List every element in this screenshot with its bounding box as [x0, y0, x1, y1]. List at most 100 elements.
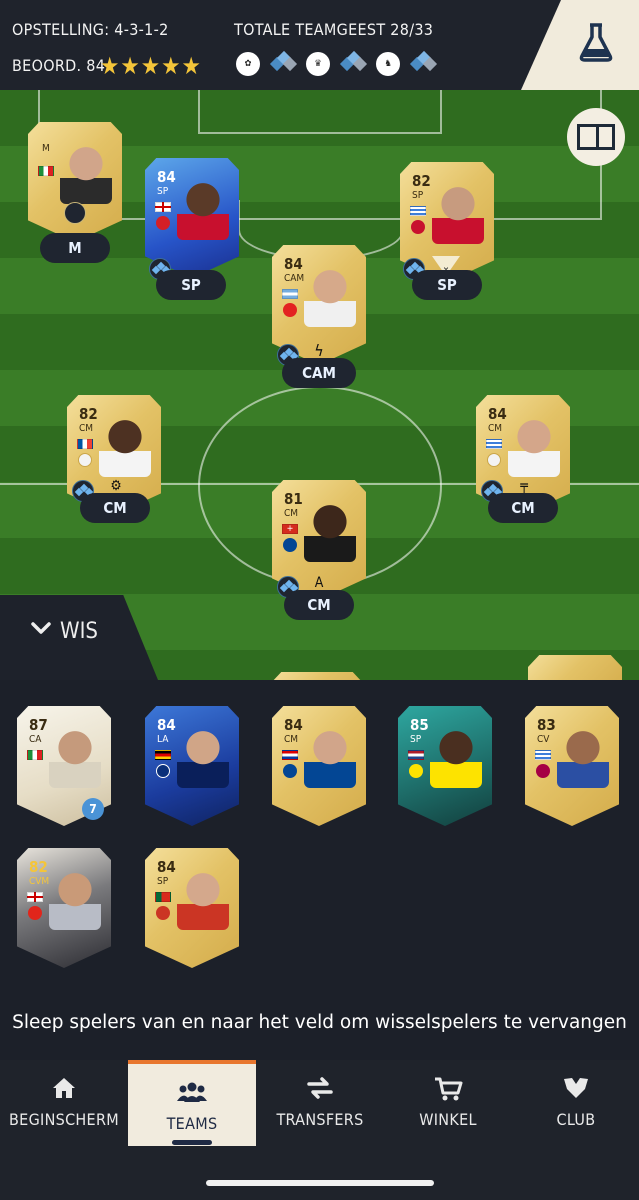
player-photo: [304, 726, 356, 788]
formation-view-button[interactable]: [567, 108, 625, 166]
chem-diamonds-icon: [409, 50, 438, 75]
flask-icon: [579, 23, 613, 62]
sunderland-badge-icon: [28, 906, 42, 920]
player-photo: [49, 868, 101, 930]
england-flag-icon: [155, 202, 171, 212]
card-position: CM: [284, 734, 299, 745]
card-rating: 84: [157, 858, 176, 876]
card-position: SP: [410, 734, 422, 745]
croatia-flag-icon: [282, 750, 298, 760]
bench-card[interactable]: 83 CV: [525, 706, 619, 826]
active-tab-indicator: [172, 1140, 212, 1145]
nav-club[interactable]: CLUB: [512, 1060, 639, 1146]
switzerland-flag-icon: +: [282, 524, 298, 534]
bench-card[interactable]: 84 LA: [145, 706, 239, 826]
player-photo: [304, 265, 356, 327]
germany-flag-icon: [155, 750, 171, 760]
chem-diamonds-icon: [269, 50, 298, 75]
premier-league-logo-icon: ♞: [376, 52, 400, 76]
bench-card[interactable]: 84 CM: [272, 706, 366, 826]
chelsea-badge-icon: [283, 764, 297, 778]
card-rating: 84: [284, 716, 303, 734]
player-photo: [304, 500, 356, 562]
player-photo: [60, 142, 112, 204]
portugal-flag-icon: [155, 892, 171, 902]
nav-label: CLUB: [556, 1110, 596, 1129]
clover-icon: [64, 202, 86, 224]
card-position: LA: [157, 734, 169, 745]
pitch-icon: [577, 124, 615, 150]
bench-card[interactable]: 84 SP: [145, 848, 239, 968]
position-pill[interactable]: CM: [488, 493, 558, 523]
pitch: M M 84 SP SP 82 SP ⌄ SP 84 CAM ϟ CAM 82 …: [0, 90, 639, 680]
card-rating: 82: [29, 858, 48, 876]
manager-card[interactable]: M: [28, 122, 122, 242]
people-icon: [177, 1082, 207, 1102]
netherlands-flag-icon: [408, 750, 424, 760]
nav-teams[interactable]: TEAMS: [128, 1060, 256, 1146]
card-rating: 87: [29, 716, 48, 734]
player-photo: [49, 726, 101, 788]
lab-button[interactable]: [521, 0, 639, 90]
duplicate-count-badge: 7: [82, 798, 104, 820]
card-rating: 84: [157, 716, 176, 734]
bench-card[interactable]: 85 SP: [398, 706, 492, 826]
man-united-badge-icon: [156, 216, 170, 230]
inter-badge-icon: [156, 764, 170, 778]
nav-transfers[interactable]: TRANSFERS: [256, 1060, 384, 1146]
real-madrid-logo-icon: ♛: [306, 52, 330, 76]
card-rating: 82: [79, 405, 98, 423]
sevilla-badge-icon: [283, 303, 297, 317]
card-rating: 84: [284, 255, 303, 273]
card-rating: 85: [410, 716, 429, 734]
card-position: CM: [79, 423, 94, 434]
card-rating: 81: [284, 490, 303, 508]
laliga-logo-icon: ✿: [236, 52, 260, 76]
cart-icon: [435, 1077, 463, 1101]
nav-label: TRANSFERS: [276, 1110, 364, 1129]
bench-card[interactable]: 82 CVM: [17, 848, 111, 968]
card-rating: 82: [412, 172, 431, 190]
position-pill[interactable]: SP: [156, 270, 226, 300]
chemistry-sources: ✿ ♛ ♞: [236, 50, 438, 76]
card-position: M: [42, 143, 50, 154]
card-position: CM: [284, 508, 299, 519]
nav-home[interactable]: BEGINSCHERM: [0, 1060, 128, 1146]
card-position: SP: [157, 876, 169, 887]
home-icon: [53, 1078, 75, 1098]
card-rating: 83: [537, 716, 556, 734]
position-pill[interactable]: CAM: [282, 358, 356, 388]
chelsea-badge-icon: [283, 538, 297, 552]
card-position: CVM: [29, 876, 50, 887]
position-pill[interactable]: CM: [80, 493, 150, 523]
nav-label: BEGINSCHERM: [9, 1110, 119, 1129]
player-photo: [432, 182, 484, 244]
card-position: SP: [157, 186, 169, 197]
player-photo: [99, 415, 151, 477]
liverpool-badge-icon: [411, 220, 425, 234]
real-madrid-badge-icon: [78, 453, 92, 467]
nav-store[interactable]: WINKEL: [384, 1060, 512, 1146]
swap-icon: [307, 1077, 333, 1099]
italy-flag-icon: [38, 166, 54, 176]
hunter-style-icon: ϟ: [314, 340, 324, 360]
atletico-badge-icon: [156, 906, 170, 920]
team-chemistry-label: TOTALE TEAMGEEST 28/33: [234, 20, 434, 39]
drag-hint: Sleep spelers van en naar het veld om wi…: [12, 1012, 627, 1033]
card-position: CV: [537, 734, 550, 745]
barcelona-badge-icon: [536, 764, 550, 778]
position-pill[interactable]: CM: [284, 590, 354, 620]
card-rating: 84: [157, 168, 176, 186]
player-card-partial[interactable]: [528, 655, 622, 680]
card-position: CA: [29, 734, 42, 745]
uruguay-flag-icon: [410, 206, 426, 216]
italy-flag-icon: [27, 750, 43, 760]
england-flag-icon: [27, 892, 43, 902]
chevron-down-icon: [31, 622, 51, 634]
player-card-partial[interactable]: [270, 672, 364, 680]
position-pill[interactable]: M: [40, 233, 110, 263]
team-rating-label: BEOORD. 84: [12, 56, 106, 75]
card-position: CM: [488, 423, 503, 434]
uruguay-flag-icon: [535, 750, 551, 760]
position-pill[interactable]: SP: [412, 270, 482, 300]
